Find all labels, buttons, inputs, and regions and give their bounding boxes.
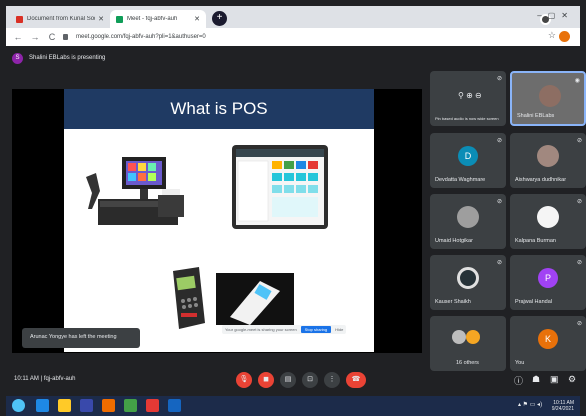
back-icon[interactable]: ←: [13, 32, 23, 42]
mic-off-icon: ⊘: [496, 138, 502, 144]
screen-share-hint: Your google-meet is sharing your screen …: [222, 325, 347, 334]
participant-tile-hint[interactable]: ⊘ ⚲ ⊕ ⊖ Pin based audio is now wide scre…: [430, 71, 506, 126]
start-icon[interactable]: [12, 399, 25, 412]
browser-tab-strip: Document from Kunal Sodhi - k ✕ Meet - f…: [6, 6, 580, 28]
close-icon[interactable]: ✕: [98, 15, 104, 23]
url-field[interactable]: meet.google.com/fqj-abfv-auh?pli=1&authu…: [76, 34, 206, 40]
close-icon[interactable]: ✕: [194, 15, 200, 23]
chrome-icon[interactable]: [124, 399, 137, 412]
media-player-icon[interactable]: [102, 399, 115, 412]
participant-name: Prajwal Handal: [515, 299, 552, 305]
info-icon[interactable]: ⓘ: [514, 374, 523, 387]
presenting-text: Shalini EBLabs is presenting: [29, 55, 106, 61]
captions-button[interactable]: ▤: [280, 372, 296, 388]
file-explorer-icon[interactable]: [58, 399, 71, 412]
meet-call-area: S Shalini EBLabs is presenting What is P…: [6, 46, 586, 396]
left-meeting-toast: Arunac Yongye has left the meeting: [22, 328, 140, 348]
clock-date: 9/24/2021: [551, 406, 574, 412]
forward-icon[interactable]: →: [30, 32, 40, 42]
hide-button[interactable]: Hide: [335, 327, 343, 332]
tab-meet[interactable]: Meet - fqj-abfv-auh ✕: [110, 10, 206, 28]
mic-off-icon: ⊘: [496, 260, 502, 266]
participant-tile[interactable]: ⊘ Kalpana Burman: [510, 194, 586, 249]
avatar: [457, 267, 479, 289]
avatar: [539, 85, 561, 107]
star-icon[interactable]: ☆: [548, 30, 556, 41]
camera-toggle-button[interactable]: ◼: [258, 372, 274, 388]
avatar: P: [538, 268, 558, 288]
pos-tablet-illustration: [232, 145, 328, 229]
reload-icon[interactable]: C: [47, 32, 57, 42]
avatar: K: [538, 329, 558, 349]
leave-call-button[interactable]: ☎: [346, 372, 366, 388]
meeting-code: fqj-abfv-auh: [43, 376, 76, 382]
share-hint-text: Your google-meet is sharing your screen: [225, 327, 297, 332]
mic-off-icon: ⊘: [576, 138, 582, 144]
participant-tile[interactable]: ⊘ P Prajwal Handal: [510, 255, 586, 310]
taskbar-clock[interactable]: 10:11 AM 9/24/2021: [552, 400, 574, 412]
participant-name: Devdatta Waghmare: [435, 177, 486, 183]
mic-off-icon: ⊘: [496, 76, 502, 82]
tab-document[interactable]: Document from Kunal Sodhi - k ✕: [10, 10, 110, 28]
participant-tile[interactable]: ⊘ D Devdatta Waghmare: [430, 133, 506, 188]
presenting-banner: S Shalini EBLabs is presenting: [12, 51, 105, 65]
mic-active-icon: ◉: [574, 78, 580, 84]
chat-icon[interactable]: ▣: [550, 374, 559, 385]
stop-sharing-button[interactable]: Stop sharing: [300, 326, 332, 333]
people-icon[interactable]: ☗: [532, 374, 540, 385]
participant-name: Pin based audio is now wide screen: [435, 116, 499, 121]
mic-off-icon: ⊘: [496, 199, 502, 205]
participant-name: Aishwarya dudhnikar: [515, 177, 567, 183]
system-tray-icons[interactable]: ▴ ⚑ ▭ ◂): [518, 401, 542, 408]
meeting-time: 10:11 AM: [14, 376, 39, 382]
taskbar: ▴ ⚑ ▭ ◂) 10:11 AM 9/24/2021: [6, 396, 580, 416]
pos-register-illustration: [86, 157, 184, 225]
slide-title: What is POS: [64, 89, 374, 129]
window-controls[interactable]: –▢✕: [537, 11, 574, 20]
avatar: [537, 206, 559, 228]
participant-name: Shalini EBLabs: [517, 113, 555, 119]
mic-off-icon: ⊘: [576, 321, 582, 327]
mic-off-icon: ⊘: [576, 199, 582, 205]
presentation-stage: What is POS Your google-meet is sharing …: [12, 89, 422, 353]
present-button[interactable]: ⊡: [302, 372, 318, 388]
meeting-info: 10:11 AM | fqj-abfv-auh: [14, 376, 76, 382]
new-tab-button[interactable]: +: [212, 11, 227, 26]
activities-icon[interactable]: ⚙: [568, 374, 576, 385]
participant-name: Kauser Shaikh: [435, 299, 471, 305]
handheld-pos-illustration: [216, 273, 294, 325]
mic-off-icon: ⊘: [576, 260, 582, 266]
tab-label: Document from Kunal Sodhi - k: [27, 16, 95, 22]
avatar: [466, 330, 480, 344]
tab-label: Meet - fqj-abfv-auh: [127, 16, 178, 22]
app-icon[interactable]: [80, 399, 93, 412]
meeting-controls-bar: 10:11 AM | fqj-abfv-auh 🎙 ◼ ▤ ⊡ ⋮ ☎ ⓘ ☗ …: [6, 362, 580, 396]
extension-icon[interactable]: [559, 31, 570, 42]
lock-icon: [63, 34, 68, 40]
chrome-icon[interactable]: [146, 399, 159, 412]
participant-name: Umaid Hotgikar: [435, 238, 473, 244]
participant-tile[interactable]: ⊘ Umaid Hotgikar: [430, 194, 506, 249]
slide: What is POS Your google-meet is sharing …: [64, 89, 374, 352]
presenter-avatar: S: [12, 52, 23, 64]
mic-toggle-button[interactable]: 🎙: [236, 372, 252, 388]
card-terminal-illustration: [173, 267, 205, 329]
participant-tile[interactable]: ⊘ Aishwarya dudhnikar: [510, 133, 586, 188]
address-bar: ← → C meet.google.com/fqj-abfv-auh?pli=1…: [6, 28, 580, 46]
screen: Document from Kunal Sodhi - k ✕ Meet - f…: [0, 0, 586, 416]
participant-name: Kalpana Burman: [515, 238, 556, 244]
avatar: D: [458, 146, 478, 166]
participant-tile[interactable]: ◉ Shalini EBLabs: [510, 71, 586, 126]
avatar: [537, 145, 559, 167]
meet-icon: [116, 15, 123, 23]
avatar: [457, 206, 479, 228]
word-icon[interactable]: [168, 399, 181, 412]
participant-tile[interactable]: ⊘ Kauser Shaikh: [430, 255, 506, 310]
more-options-button[interactable]: ⋮: [324, 372, 340, 388]
pin-icon[interactable]: ⚲ ⊕ ⊖: [458, 91, 482, 100]
edge-icon[interactable]: [36, 399, 49, 412]
avatar: [452, 330, 466, 344]
gmail-icon: [16, 15, 23, 23]
